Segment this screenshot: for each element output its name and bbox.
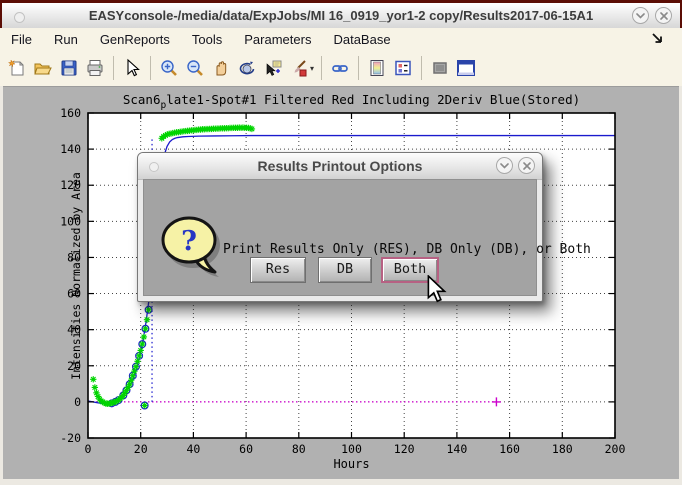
open-file-button[interactable] [30,55,56,81]
toolbar-separator [321,56,322,80]
x-axis-label: Hours [88,457,615,471]
dialog-close-button[interactable] [518,157,535,174]
open-folder-icon [33,58,53,78]
show-plot-tools-button[interactable] [453,55,479,81]
chevron-down-icon [500,163,509,169]
res-button[interactable]: Res [250,257,306,283]
insert-colorbar-button[interactable] [364,55,390,81]
print-icon [85,58,105,78]
dialog-minimize-button[interactable] [496,157,513,174]
zoom-in-icon [159,58,179,78]
dialog-title: Results Printout Options [138,158,542,174]
menu-overflow-icon[interactable] [651,32,664,48]
brush-button[interactable] [286,55,312,81]
link-plots-button[interactable] [327,55,353,81]
question-icon: ? [159,213,221,277]
window-titlebar: EASYconsole-/media/data/ExpJobs/MI 16_09… [0,0,682,28]
menu-genreports[interactable]: GenReports [89,30,181,49]
toolbar: ▾ [0,50,682,86]
dialog-message: Print Results Only (RES), DB Only (DB), … [223,242,591,257]
minimize-button[interactable] [632,7,649,24]
svg-text:140: 140 [447,442,468,456]
pointer-icon [122,58,142,78]
menu-run[interactable]: Run [43,30,89,49]
toolbar-separator [113,56,114,80]
close-icon [660,12,668,20]
dialog-titlebar[interactable]: Results Printout Options [138,153,542,180]
y-axis-label: Intensities Normalized by Area [69,126,83,426]
zoom-out-button[interactable] [182,55,208,81]
legend-icon [393,58,413,78]
svg-text:80: 80 [292,442,306,456]
brush-dropdown-icon[interactable]: ▾ [310,64,314,73]
window-title: EASYconsole-/media/data/ExpJobs/MI 16_09… [2,8,680,23]
results-printout-dialog: Results Printout Options ? Print Results… [137,152,543,302]
svg-text:120: 120 [394,442,415,456]
svg-text:180: 180 [552,442,573,456]
toolbar-separator [358,56,359,80]
svg-text:?: ? [181,226,197,257]
brush-icon [289,58,309,78]
toolbar-separator [421,56,422,80]
rotate-3d-button[interactable] [234,55,260,81]
svg-text:200: 200 [605,442,626,456]
svg-text:-20: -20 [60,431,81,445]
window-menu-icon[interactable] [14,12,25,23]
close-button[interactable] [655,7,672,24]
plain-square-button[interactable] [427,55,453,81]
rotate-3d-icon [237,58,257,78]
data-cursor-icon [263,58,283,78]
mouse-cursor-icon [426,275,448,303]
plot-tools-window-icon [455,58,477,78]
new-file-icon [7,58,27,78]
new-file-button[interactable] [4,55,30,81]
print-button[interactable] [82,55,108,81]
data-cursor-button[interactable] [260,55,286,81]
svg-text:100: 100 [341,442,362,456]
insert-legend-button[interactable] [390,55,416,81]
dialog-menu-icon[interactable] [149,162,159,172]
chevron-down-icon [636,13,645,19]
figure-window: EASYconsole-/media/data/ExpJobs/MI 16_09… [0,0,682,485]
menu-file[interactable]: File [0,30,43,49]
svg-text:40: 40 [186,442,200,456]
menubar: File Run GenReports Tools Parameters Dat… [0,28,682,50]
pan-tool-button[interactable] [208,55,234,81]
zoom-out-icon [185,58,205,78]
svg-text:160: 160 [499,442,520,456]
toolbar-separator [150,56,151,80]
close-icon [523,162,531,170]
svg-text:0: 0 [85,442,92,456]
db-button[interactable]: DB [318,257,372,283]
svg-text:160: 160 [60,106,81,120]
link-icon [330,58,350,78]
pan-hand-icon [211,58,231,78]
menu-tools[interactable]: Tools [181,30,233,49]
pointer-tool-button[interactable] [119,55,145,81]
save-button[interactable] [56,55,82,81]
plot-title: Scan6plate1-Spot#1 Filtered Red Includin… [88,92,615,111]
square-icon [430,58,450,78]
zoom-in-button[interactable] [156,55,182,81]
menu-database[interactable]: DataBase [322,30,401,49]
colorbar-icon [367,58,387,78]
save-icon [59,58,79,78]
menu-parameters[interactable]: Parameters [233,30,322,49]
svg-text:20: 20 [134,442,148,456]
svg-text:60: 60 [239,442,253,456]
